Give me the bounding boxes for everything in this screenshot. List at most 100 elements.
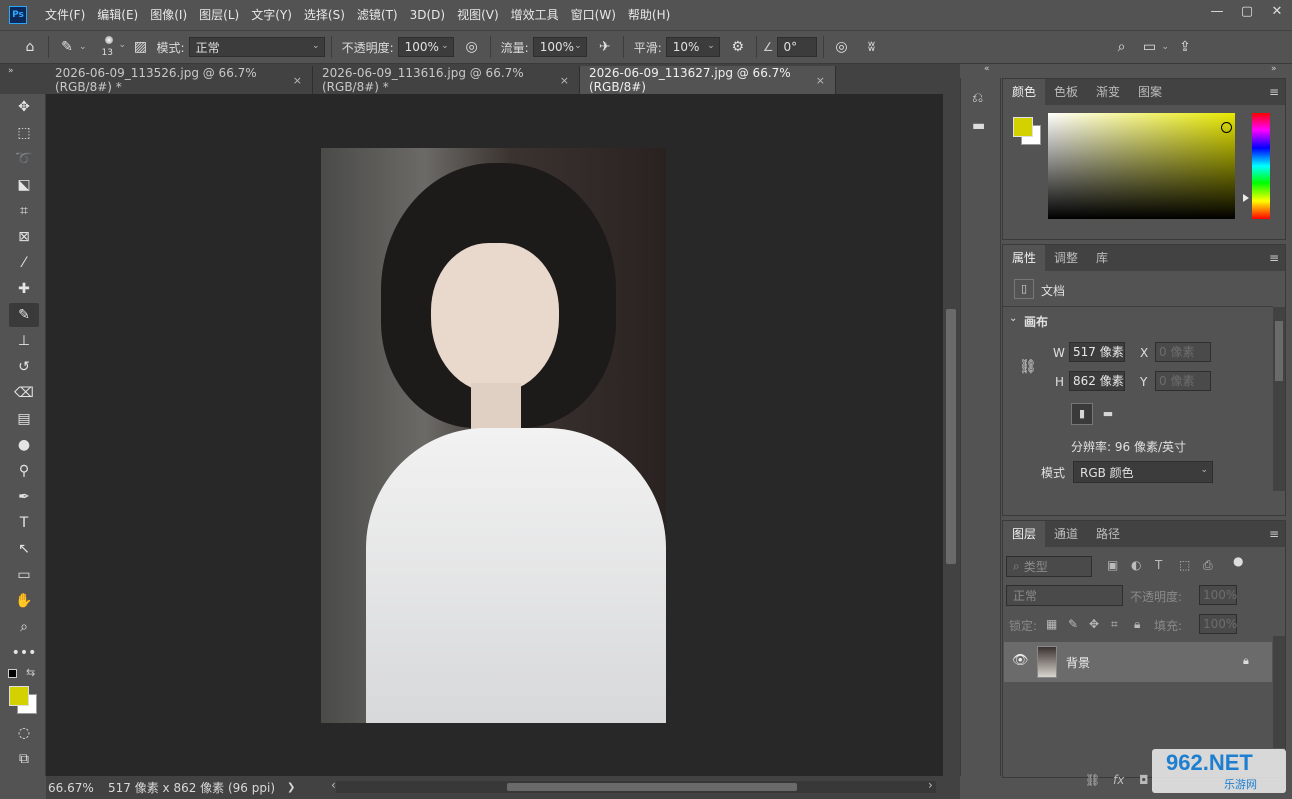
menu-filter[interactable]: 滤镜(T) bbox=[351, 0, 404, 30]
color-field[interactable] bbox=[1048, 113, 1235, 219]
tab-layers[interactable]: 图层 bbox=[1003, 521, 1046, 547]
gradient-tool-icon[interactable]: ▤ bbox=[9, 407, 39, 431]
layer-row-background[interactable]: 👁︎ 背景 🔒︎ bbox=[1004, 642, 1272, 682]
menu-type[interactable]: 文字(Y) bbox=[245, 0, 298, 30]
object-select-tool-icon[interactable]: ⬕ bbox=[9, 173, 39, 197]
healing-brush-tool-icon[interactable]: ✚ bbox=[9, 277, 39, 301]
hue-slider-marker[interactable] bbox=[1243, 194, 1249, 202]
panel-menu-icon[interactable]: ≡ bbox=[1269, 251, 1279, 265]
lasso-tool-icon[interactable]: ➰ bbox=[9, 147, 39, 171]
history-panel-icon[interactable]: ⎌ bbox=[972, 90, 983, 106]
scrollbar-thumb[interactable] bbox=[946, 309, 956, 564]
brush-tool-icon[interactable]: ✎ bbox=[9, 303, 39, 327]
layer-opacity-input[interactable]: 100% bbox=[1199, 585, 1237, 605]
status-menu-icon[interactable]: ❯ bbox=[287, 782, 295, 793]
properties-scrollbar[interactable] bbox=[1273, 307, 1285, 491]
shape-filter-icon[interactable]: ⬚ bbox=[1179, 558, 1190, 572]
tab-color[interactable]: 颜色 bbox=[1003, 79, 1046, 105]
tab-document-2[interactable]: 2026-06-09_113616.jpg @ 66.7%(RGB/8#) * … bbox=[313, 66, 580, 94]
landscape-orientation-icon[interactable]: ▬ bbox=[1099, 405, 1117, 423]
add-mask-icon[interactable]: ◘ bbox=[1139, 773, 1149, 787]
hue-slider[interactable] bbox=[1252, 113, 1270, 219]
close-icon[interactable]: × bbox=[816, 74, 825, 87]
more-tools-icon[interactable]: ••• bbox=[9, 641, 39, 665]
symmetry-icon[interactable]: ʬ bbox=[860, 35, 884, 59]
height-input[interactable]: 862 像素 bbox=[1069, 371, 1125, 391]
tab-paths[interactable]: 路径 bbox=[1087, 521, 1129, 547]
move-tool-icon[interactable]: ✥ bbox=[9, 95, 39, 119]
lock-pixels-icon[interactable]: ✎ bbox=[1068, 617, 1078, 631]
brush-tool-icon[interactable]: ✎ bbox=[55, 35, 79, 59]
mode-select[interactable]: 正常 ⌄ bbox=[188, 37, 325, 57]
lock-all-icon[interactable]: 🔒︎ bbox=[1134, 617, 1140, 632]
y-input[interactable]: 0 像素 bbox=[1155, 371, 1211, 391]
width-input[interactable]: 517 像素 bbox=[1069, 342, 1125, 362]
link-icon[interactable]: ⛓ bbox=[1019, 359, 1037, 375]
menu-image[interactable]: 图像(I) bbox=[144, 0, 193, 30]
lock-artboard-icon[interactable]: ⌗ bbox=[1111, 617, 1118, 632]
menu-3d[interactable]: 3D(D) bbox=[404, 0, 451, 30]
tab-adjustments[interactable]: 调整 bbox=[1045, 245, 1087, 271]
layer-name[interactable]: 背景 bbox=[1066, 654, 1090, 671]
tab-gradients[interactable]: 渐变 bbox=[1087, 79, 1129, 105]
hand-tool-icon[interactable]: ✋ bbox=[9, 589, 39, 613]
chevron-down-icon[interactable]: ⌄ bbox=[79, 42, 87, 52]
minimize-button[interactable]: — bbox=[1202, 0, 1232, 22]
collapse-panels-icon[interactable]: « bbox=[984, 64, 990, 74]
brush-settings-icon[interactable]: ▨ bbox=[129, 35, 153, 59]
pen-tool-icon[interactable]: ✒ bbox=[9, 485, 39, 509]
comments-panel-icon[interactable]: ▬ bbox=[972, 118, 985, 134]
zoom-tool-icon[interactable]: ⌕ bbox=[9, 615, 39, 639]
stamp-tool-icon[interactable]: ⊥ bbox=[9, 329, 39, 353]
maximize-button[interactable]: ▢ bbox=[1232, 0, 1262, 22]
eyedropper-tool-icon[interactable]: ⁄ bbox=[9, 251, 39, 275]
marquee-tool-icon[interactable]: ⬚ bbox=[9, 121, 39, 145]
chevron-down-icon[interactable]: ⌄ bbox=[1162, 42, 1170, 52]
close-button[interactable]: ✕ bbox=[1262, 0, 1292, 22]
layer-filter-select[interactable]: ⌕ 类型 bbox=[1006, 556, 1092, 577]
lock-transparent-icon[interactable]: ▦ bbox=[1046, 617, 1057, 631]
x-input[interactable]: 0 像素 bbox=[1155, 342, 1211, 362]
menu-plugins[interactable]: 增效工具 bbox=[505, 0, 565, 30]
path-select-tool-icon[interactable]: ↖ bbox=[9, 537, 39, 561]
menu-select[interactable]: 选择(S) bbox=[298, 0, 351, 30]
pixel-filter-icon[interactable]: ▣ bbox=[1107, 558, 1118, 572]
eraser-tool-icon[interactable]: ⌫ bbox=[9, 381, 39, 405]
share-icon[interactable]: ⇪ bbox=[1173, 35, 1197, 59]
chevron-down-icon[interactable]: ⌄ bbox=[1009, 313, 1017, 324]
quick-mask-icon[interactable]: ◌ bbox=[9, 721, 39, 745]
search-icon[interactable]: ⌕ bbox=[1110, 35, 1134, 59]
close-icon[interactable]: × bbox=[293, 74, 302, 87]
smart-object-filter-icon[interactable]: ⎙ bbox=[1203, 558, 1213, 573]
history-brush-tool-icon[interactable]: ↺ bbox=[9, 355, 39, 379]
fx-icon[interactable]: fx bbox=[1113, 773, 1124, 787]
tab-document-3[interactable]: 2026-06-09_113627.jpg @ 66.7%(RGB/8#) × bbox=[580, 66, 836, 94]
portrait-orientation-icon[interactable]: ▮ bbox=[1071, 403, 1093, 425]
tab-channels[interactable]: 通道 bbox=[1045, 521, 1087, 547]
adjustment-filter-icon[interactable]: ◐ bbox=[1131, 558, 1141, 572]
menu-window[interactable]: 窗口(W) bbox=[565, 0, 622, 30]
default-colors-icon[interactable] bbox=[8, 669, 17, 678]
filter-toggle-icon[interactable]: ● bbox=[1233, 554, 1243, 568]
vertical-scrollbar[interactable] bbox=[943, 94, 960, 776]
scrollbar-thumb[interactable] bbox=[1275, 321, 1283, 381]
rectangle-tool-icon[interactable]: ▭ bbox=[9, 563, 39, 587]
type-filter-icon[interactable]: T bbox=[1155, 558, 1162, 572]
flow-input[interactable]: 100% ⌄ bbox=[532, 37, 587, 57]
pressure-opacity-icon[interactable]: ◎ bbox=[460, 35, 484, 59]
fill-input[interactable]: 100% bbox=[1199, 614, 1237, 634]
blur-tool-icon[interactable]: ● bbox=[9, 433, 39, 457]
smoothing-input[interactable]: 10% ⌄ bbox=[665, 37, 720, 57]
canvas-area[interactable] bbox=[46, 94, 943, 776]
scroll-right-icon[interactable]: › bbox=[928, 778, 933, 792]
swap-colors-icon[interactable]: ⇆ bbox=[26, 666, 35, 679]
blend-mode-select[interactable]: 正常 bbox=[1006, 585, 1123, 606]
menu-help[interactable]: 帮助(H) bbox=[622, 0, 676, 30]
scroll-left-icon[interactable]: ‹ bbox=[331, 778, 336, 792]
close-icon[interactable]: × bbox=[560, 74, 569, 87]
horizontal-scrollbar[interactable]: ‹ › bbox=[331, 778, 936, 793]
panel-menu-icon[interactable]: ≡ bbox=[1269, 527, 1279, 541]
menu-view[interactable]: 视图(V) bbox=[451, 0, 505, 30]
layers-scrollbar[interactable] bbox=[1273, 636, 1285, 748]
collapse-right-icon[interactable]: » bbox=[1271, 64, 1277, 74]
